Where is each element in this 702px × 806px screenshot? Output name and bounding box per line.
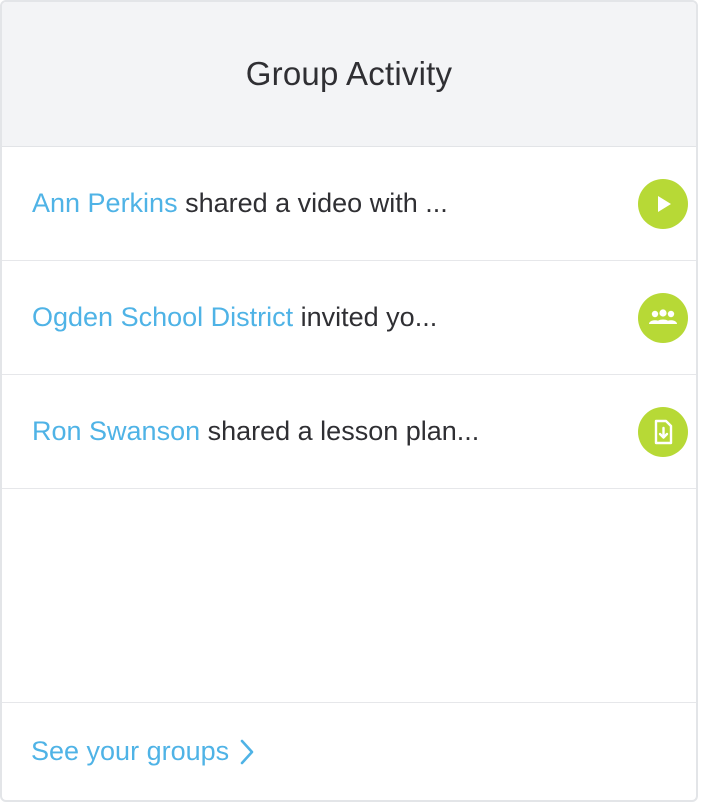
activity-description: shared a lesson plan... (200, 416, 480, 446)
activity-item-invite[interactable]: Ogden School District invited yo... (2, 261, 696, 375)
group-icon (638, 292, 688, 343)
activity-text: Ann Perkins shared a video with ... (32, 188, 448, 219)
activity-text: Ogden School District invited yo... (32, 302, 437, 333)
activity-description: shared a video with ... (177, 188, 448, 218)
activity-item-video[interactable]: Ann Perkins shared a video with ... (2, 147, 696, 261)
card-title: Group Activity (245, 55, 453, 92)
card-header: Group Activity (2, 2, 696, 147)
activity-text: Ron Swanson shared a lesson plan... (32, 416, 479, 447)
card-footer: See your groups (2, 702, 696, 800)
group-activity-card: Group Activity Ann Perkins shared a vide… (0, 0, 698, 802)
activity-description: invited yo... (293, 302, 438, 332)
see-your-groups-label: See your groups (31, 736, 230, 766)
document-icon (638, 406, 688, 457)
actor-link[interactable]: Ann Perkins (32, 188, 178, 218)
chevron-right-icon (239, 738, 255, 766)
actor-link[interactable]: Ogden School District (32, 302, 293, 332)
actor-link[interactable]: Ron Swanson (32, 416, 200, 446)
see-your-groups-link[interactable]: See your groups (31, 736, 255, 767)
activity-list: Ann Perkins shared a video with ... Ogde… (2, 147, 696, 489)
play-icon (638, 178, 688, 229)
activity-item-lesson-plan[interactable]: Ron Swanson shared a lesson plan... (2, 375, 696, 489)
